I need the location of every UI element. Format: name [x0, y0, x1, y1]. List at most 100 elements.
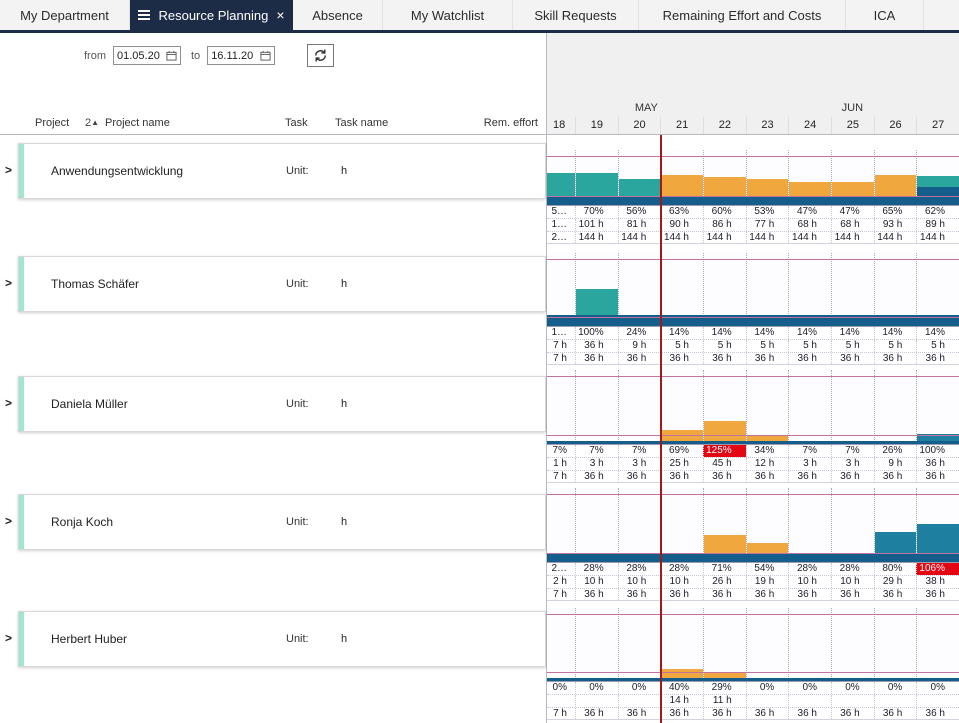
- expand-chevron[interactable]: >: [5, 632, 12, 644]
- tab-label: Remaining Effort and Costs: [663, 8, 822, 23]
- calendar-icon[interactable]: [260, 50, 271, 61]
- percent-cell: 28%: [660, 563, 703, 575]
- capacity-baseline: [547, 441, 959, 444]
- resource-card[interactable]: Ronja Koch Unit: h: [18, 494, 546, 550]
- capacity-limit-line: [547, 494, 959, 495]
- capacity-cell: 36 h: [874, 353, 917, 364]
- expand-chevron[interactable]: >: [5, 164, 12, 176]
- unit-value: h: [341, 398, 347, 410]
- chart-columns: [547, 370, 959, 444]
- calendar-icon[interactable]: [166, 50, 177, 61]
- percent-cell: 70%: [575, 206, 618, 218]
- hours-cell: 93 h: [874, 219, 917, 231]
- capacity-limit-line: [547, 156, 959, 157]
- capacity-row: 7 h36 h36 h36 h36 h36 h36 h36 h36 h36 h: [547, 707, 959, 720]
- left-header: from to Project 2▲: [0, 33, 546, 135]
- percent-cell: 125%: [703, 445, 746, 457]
- close-tab-icon[interactable]: ×: [276, 8, 284, 22]
- hours-cell: 26 h: [703, 576, 746, 588]
- from-date-input[interactable]: [117, 50, 163, 62]
- rows-area: > Anwendungsentwicklung Unit: h 5…70%56%…: [0, 135, 959, 723]
- capacity-cell: 36 h: [575, 471, 618, 482]
- sort-indicator[interactable]: 2▲: [85, 117, 99, 129]
- tab-my-department[interactable]: My Department: [0, 0, 130, 30]
- hours-cell: 3 h: [618, 458, 661, 470]
- percent-cell: 14%: [660, 327, 703, 339]
- chart-week-cell: [575, 488, 618, 562]
- capacity-cell: 36 h: [916, 589, 959, 600]
- capacity-cell: 36 h: [746, 708, 789, 719]
- percent-cell: 0%: [746, 682, 789, 694]
- hours-cell: 10 h: [788, 576, 831, 588]
- utilization-chart: [547, 370, 959, 444]
- to-date-input[interactable]: [211, 50, 257, 62]
- capacity-limit-line: [547, 435, 959, 436]
- resource-row-timeline: 5…70%56%63%60%53%47%47%65%62% 1…101 h81 …: [546, 135, 959, 245]
- percent-cell: 100%: [916, 445, 959, 457]
- week-label: 18: [547, 117, 575, 134]
- unit-value: h: [341, 165, 347, 177]
- utilization-chart: [547, 150, 959, 205]
- resource-name: Ronja Koch: [51, 515, 113, 529]
- refresh-button[interactable]: [307, 44, 334, 67]
- row-accent-bar: [19, 495, 24, 549]
- resource-card[interactable]: Anwendungsentwicklung Unit: h: [18, 143, 546, 199]
- percent-cell: 14%: [703, 327, 746, 339]
- tab-skill-requests[interactable]: Skill Requests: [513, 0, 639, 30]
- hours-cell: 9 h: [874, 458, 917, 470]
- chart-columns: [547, 608, 959, 681]
- tab-label: Absence: [312, 8, 363, 23]
- to-date-field[interactable]: [207, 46, 275, 65]
- tab-my-watchlist[interactable]: My Watchlist: [383, 0, 513, 30]
- week-label: 19: [575, 117, 618, 134]
- capacity-limit-line: [547, 672, 959, 673]
- chart-week-cell: [788, 608, 831, 681]
- table-column-headers: Project 2▲ Project name Task Task name R…: [0, 117, 546, 131]
- utilization-bar: [576, 289, 618, 315]
- capacity-cell: 144 h: [874, 232, 917, 243]
- from-date-field[interactable]: [113, 46, 181, 65]
- percent-cell: 7%: [788, 445, 831, 457]
- percent-cell: 0%: [788, 682, 831, 694]
- timeline-months: MAYJUN: [547, 102, 959, 117]
- tab-ica[interactable]: ICA: [846, 0, 924, 30]
- tab-absence[interactable]: Absence: [293, 0, 383, 30]
- utilization-bar: [917, 176, 959, 187]
- percent-cell: 80%: [874, 563, 917, 575]
- chart-week-cell: [831, 608, 874, 681]
- utilization-chart: [547, 253, 959, 326]
- capacity-cell: 144 h: [831, 232, 874, 243]
- percent-cell: 7%: [831, 445, 874, 457]
- utilization-bar: [704, 535, 746, 554]
- tab-resource-planning[interactable]: Resource Planning ×: [130, 0, 293, 30]
- chart-week-cell: [831, 488, 874, 562]
- resource-card[interactable]: Thomas Schäfer Unit: h: [18, 256, 546, 312]
- capacity-cell: 36 h: [916, 471, 959, 482]
- hours-cell: 5 h: [916, 340, 959, 352]
- resource-row: > Thomas Schäfer Unit: h 1…100%24%14%14%…: [0, 245, 959, 365]
- hours-cell: 3 h: [788, 458, 831, 470]
- capacity-cell: 144 h: [660, 232, 703, 243]
- capacity-cell: 36 h: [703, 471, 746, 482]
- timeline-weeks: 18192021222324252627: [547, 117, 959, 134]
- percent-cell: 14%: [788, 327, 831, 339]
- refresh-icon: [313, 48, 328, 63]
- capacity-cell: 144 h: [703, 232, 746, 243]
- hours-cell: 38 h: [916, 576, 959, 588]
- month-label: MAY: [547, 102, 746, 117]
- tab-remaining-effort[interactable]: Remaining Effort and Costs: [639, 0, 846, 30]
- percent-cell: 40%: [660, 682, 703, 694]
- hours-cell: 5 h: [746, 340, 789, 352]
- capacity-cell: 36 h: [831, 589, 874, 600]
- capacity-cell: 144 h: [916, 232, 959, 243]
- menu-icon[interactable]: [138, 10, 150, 20]
- resource-card[interactable]: Herbert Huber Unit: h: [18, 611, 546, 667]
- expand-chevron[interactable]: >: [5, 397, 12, 409]
- hours-cell: 10 h: [660, 576, 703, 588]
- resource-card[interactable]: Daniela Müller Unit: h: [18, 376, 546, 432]
- percent-cell: 7%: [575, 445, 618, 457]
- expand-chevron[interactable]: >: [5, 515, 12, 527]
- expand-chevron[interactable]: >: [5, 277, 12, 289]
- utilization-bar: [661, 175, 703, 197]
- hours-row: 14 h11 h: [547, 694, 959, 707]
